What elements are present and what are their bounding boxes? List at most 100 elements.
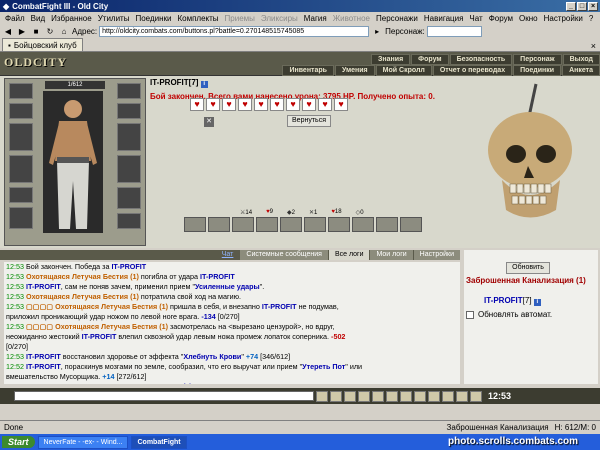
skill-slot[interactable] (352, 217, 374, 232)
chat-name[interactable]: IT-PROFIT (26, 352, 61, 361)
skill-slot[interactable] (328, 217, 350, 232)
chat-tab[interactable]: Системные сообщения (240, 250, 328, 260)
shield-slot[interactable] (117, 123, 141, 151)
chat-name[interactable]: Охотящаяся Летучая Бестия (1) (26, 292, 139, 301)
chat-tab[interactable]: Мои логи (370, 250, 413, 260)
nav-link[interactable]: Анкета (562, 65, 600, 76)
pants-slot[interactable] (117, 155, 141, 183)
go-icon[interactable]: ▸ (371, 26, 383, 37)
back-icon[interactable]: ◀ (2, 26, 14, 37)
weapon-slot[interactable] (9, 123, 33, 151)
chat-name[interactable]: IT-PROFIT (26, 282, 61, 291)
stop-icon[interactable]: ■ (30, 26, 42, 37)
chat-name[interactable]: IT-PROFIT (82, 332, 117, 341)
menu-item[interactable]: Комплекты (174, 14, 221, 23)
info-icon[interactable]: i (533, 299, 541, 306)
nav-link[interactable]: Мой Скролл (375, 65, 432, 76)
address-input[interactable]: http://oldcity.combats.com/buttons.pl?ba… (99, 25, 370, 37)
nav-link[interactable]: Умения (334, 65, 375, 76)
skill-slot[interactable] (304, 217, 326, 232)
menu-item[interactable]: Персонажи (373, 14, 421, 23)
skill-slot[interactable] (184, 217, 206, 232)
menu-item[interactable]: Настройки (541, 14, 586, 23)
menu-item[interactable]: Навигация (421, 14, 467, 23)
menu-item[interactable]: Форум (486, 14, 516, 23)
nav-link[interactable]: Выход (562, 54, 600, 65)
close-tab-icon[interactable]: × (591, 41, 600, 51)
menu-item[interactable]: Чат (466, 14, 485, 23)
amulet-slot[interactable] (9, 103, 33, 119)
menu-item[interactable]: Приемы (222, 14, 258, 23)
helmet-slot[interactable] (9, 83, 33, 99)
ring-slot[interactable] (117, 103, 141, 119)
chat-name[interactable]: Хлебнуть Крови (183, 352, 241, 361)
chat-button[interactable] (344, 390, 356, 402)
chat-button[interactable] (330, 390, 342, 402)
earring-slot[interactable] (117, 83, 141, 99)
nav-link[interactable]: Персонаж (513, 54, 562, 65)
nav-link[interactable]: Форум (411, 54, 449, 65)
chat-name[interactable]: Утереть Пот (302, 362, 345, 371)
maximize-button[interactable]: □ (577, 1, 587, 11)
chat-tab[interactable]: Настройки (413, 250, 460, 260)
chat-name[interactable]: IT-PROFIT (82, 382, 117, 384)
menu-item[interactable]: Магия (301, 14, 330, 23)
menu-item[interactable]: Окно (516, 14, 541, 23)
chat-input[interactable] (14, 391, 314, 401)
return-button[interactable]: Вернуться (287, 115, 331, 127)
chat-button[interactable] (456, 390, 468, 402)
chat-name[interactable]: IT-PROFIT (262, 302, 297, 311)
nav-link[interactable]: Безопасность (449, 54, 513, 65)
menu-item[interactable]: ? (586, 14, 596, 23)
chat-send-button[interactable] (316, 390, 328, 402)
chat-name[interactable]: ▢▢▢▢ Охотящаяся Летучая Бестия (1) (26, 302, 168, 311)
chat-button[interactable] (442, 390, 454, 402)
skill-slot[interactable] (256, 217, 278, 232)
person-input[interactable] (426, 25, 482, 37)
belt-slot[interactable] (9, 187, 33, 203)
armor-slot[interactable] (9, 155, 33, 183)
refresh-icon[interactable]: ↻ (44, 26, 56, 37)
skill-slot[interactable] (376, 217, 398, 232)
chat-name[interactable]: IT-PROFIT (26, 362, 61, 371)
menu-item[interactable]: Вид (28, 14, 48, 23)
chat-button[interactable] (358, 390, 370, 402)
nav-link[interactable]: Инвентарь (282, 65, 334, 76)
menu-item[interactable]: Животное (330, 14, 373, 23)
menu-item[interactable]: Файл (2, 14, 28, 23)
skill-slot[interactable] (208, 217, 230, 232)
chat-name[interactable]: IT-PROFIT (111, 262, 146, 271)
skill-slot[interactable] (400, 217, 422, 232)
refresh-button[interactable]: Обновить (506, 262, 550, 274)
nav-link[interactable]: Отчет о переводах (432, 65, 513, 76)
gloves-slot[interactable] (9, 207, 33, 229)
chat-name[interactable]: Усиленные удары (195, 282, 260, 291)
bracer-slot[interactable] (117, 213, 141, 229)
auto-refresh-checkbox[interactable] (466, 310, 474, 319)
chat-name[interactable]: ▢▢▢▢ Охотящаяся Летучая Бестия (1) (26, 322, 168, 331)
location-player-name[interactable]: IT-PROFIT (484, 296, 523, 305)
skill-slot[interactable] (280, 217, 302, 232)
menu-item[interactable]: Избранное (48, 14, 95, 23)
chat-name[interactable]: IT-PROFIT (200, 272, 235, 281)
close-button[interactable]: × (588, 1, 598, 11)
skill-slot[interactable] (232, 217, 254, 232)
player-name[interactable]: IT-PROFIT (150, 78, 189, 87)
boots-slot[interactable] (117, 187, 141, 209)
tab-combats[interactable]: ▪ Бойцовский клуб (2, 38, 83, 51)
chat-button[interactable] (470, 390, 482, 402)
minimize-button[interactable]: _ (566, 1, 576, 11)
start-button[interactable]: Start (2, 436, 35, 448)
nav-link[interactable]: Поединки (513, 65, 562, 76)
chat-button[interactable] (400, 390, 412, 402)
taskbar-item-active[interactable]: CombatFight (131, 435, 187, 449)
chat-button[interactable] (372, 390, 384, 402)
menu-item[interactable]: Поединки (132, 14, 174, 23)
chat-button[interactable] (428, 390, 440, 402)
chat-tab[interactable]: Все логи (328, 250, 370, 260)
chat-name[interactable]: Бродячая Крыса (2) (121, 382, 192, 384)
chat-name[interactable]: Охотящаяся Летучая Бестия (1) (26, 272, 139, 281)
chat-tab[interactable]: Чат (215, 250, 240, 260)
info-icon[interactable]: i (200, 81, 208, 88)
forward-icon[interactable]: ▶ (16, 26, 28, 37)
